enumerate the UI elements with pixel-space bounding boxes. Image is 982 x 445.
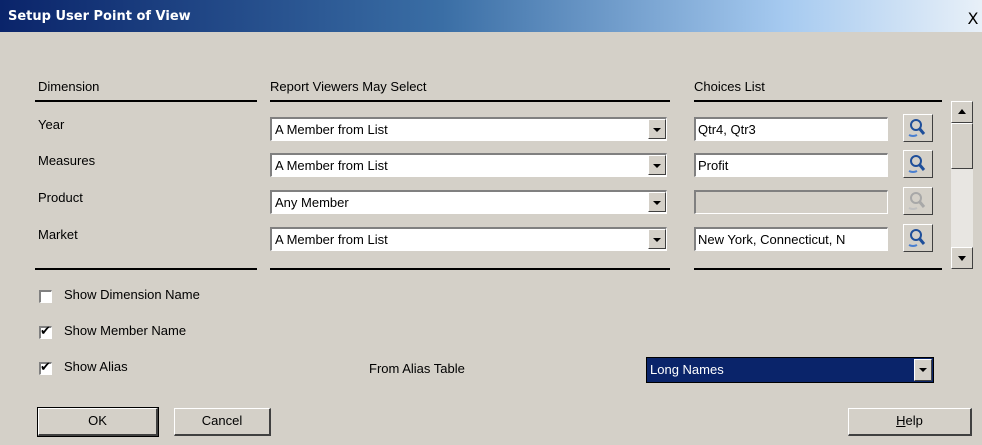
- header-report-viewers: Report Viewers May Select: [270, 79, 427, 94]
- vertical-scrollbar[interactable]: [951, 101, 973, 269]
- select-mode-value: Any Member: [275, 195, 349, 210]
- choices-field[interactable]: Profit: [694, 153, 888, 177]
- choices-value: Profit: [698, 158, 729, 173]
- footer-divider-dimension: [35, 268, 257, 270]
- row-dimension-label: Measures: [38, 153, 96, 168]
- row-dimension-label: Year: [38, 117, 65, 132]
- header-divider-viewers: [270, 100, 670, 102]
- alias-table-value: Long Names: [650, 362, 724, 377]
- scroll-down-arrow-icon[interactable]: [951, 247, 973, 269]
- select-mode-value: A Member from List: [275, 158, 388, 173]
- header-dimension: Dimension: [38, 79, 100, 94]
- member-picker-button[interactable]: [903, 224, 933, 252]
- cancel-button[interactable]: Cancel: [174, 408, 271, 436]
- show-alias-checkbox[interactable]: ✔: [39, 360, 52, 375]
- member-picker-icon: [908, 119, 926, 137]
- help-mnemonic: H: [896, 413, 906, 428]
- select-mode-combo[interactable]: A Member from List: [270, 227, 667, 251]
- show-dimension-name-checkbox[interactable]: [39, 290, 52, 303]
- select-mode-value: A Member from List: [275, 232, 388, 247]
- dropdown-arrow-icon[interactable]: [648, 119, 666, 139]
- window-title: Setup User Point of View: [8, 8, 191, 24]
- select-mode-combo[interactable]: A Member from List: [270, 153, 667, 177]
- show-member-name-checkbox[interactable]: ✔: [39, 324, 52, 339]
- member-picker-button: [903, 187, 933, 215]
- header-choices-list: Choices List: [694, 79, 765, 94]
- dropdown-arrow-icon[interactable]: [648, 229, 666, 249]
- checkmark-icon: ✔: [40, 360, 51, 375]
- row-dimension-label: Product: [38, 190, 83, 205]
- show-alias-label: Show Alias: [64, 359, 128, 374]
- show-member-name-label: Show Member Name: [64, 323, 187, 338]
- member-picker-icon: [908, 192, 926, 210]
- member-picker-icon: [908, 155, 926, 173]
- choices-value: New York, Connecticut, N: [698, 232, 846, 247]
- dropdown-arrow-icon[interactable]: [914, 359, 932, 381]
- footer-divider-viewers: [270, 268, 670, 270]
- member-picker-button[interactable]: [903, 150, 933, 178]
- select-mode-value: A Member from List: [275, 122, 388, 137]
- show-dimension-name-label: Show Dimension Name: [64, 287, 200, 302]
- select-mode-combo[interactable]: Any Member: [270, 190, 667, 214]
- scroll-thumb[interactable]: [951, 123, 973, 169]
- choices-value: Qtr4, Qtr3: [698, 122, 756, 137]
- from-alias-table-label: From Alias Table: [369, 361, 465, 376]
- choices-field: [694, 190, 888, 214]
- help-label-rest: elp: [905, 413, 923, 428]
- alias-table-combo[interactable]: Long Names: [646, 357, 934, 383]
- help-button[interactable]: Help: [848, 408, 972, 436]
- ok-button[interactable]: OK: [37, 407, 159, 437]
- row-dimension-label: Market: [38, 227, 78, 242]
- close-button[interactable]: X: [964, 10, 982, 28]
- dropdown-arrow-icon[interactable]: [648, 155, 666, 175]
- choices-field[interactable]: New York, Connecticut, N: [694, 227, 888, 251]
- title-bar: Setup User Point of View: [0, 0, 982, 32]
- member-picker-button[interactable]: [903, 114, 933, 142]
- header-divider-choices: [694, 100, 942, 102]
- header-divider-dimension: [35, 100, 257, 102]
- choices-field[interactable]: Qtr4, Qtr3: [694, 117, 888, 141]
- member-picker-icon: [908, 229, 926, 247]
- footer-divider-choices: [694, 268, 942, 270]
- select-mode-combo[interactable]: A Member from List: [270, 117, 667, 141]
- dropdown-arrow-icon[interactable]: [648, 192, 666, 212]
- checkmark-icon: ✔: [40, 324, 51, 339]
- scroll-up-arrow-icon[interactable]: [951, 101, 973, 123]
